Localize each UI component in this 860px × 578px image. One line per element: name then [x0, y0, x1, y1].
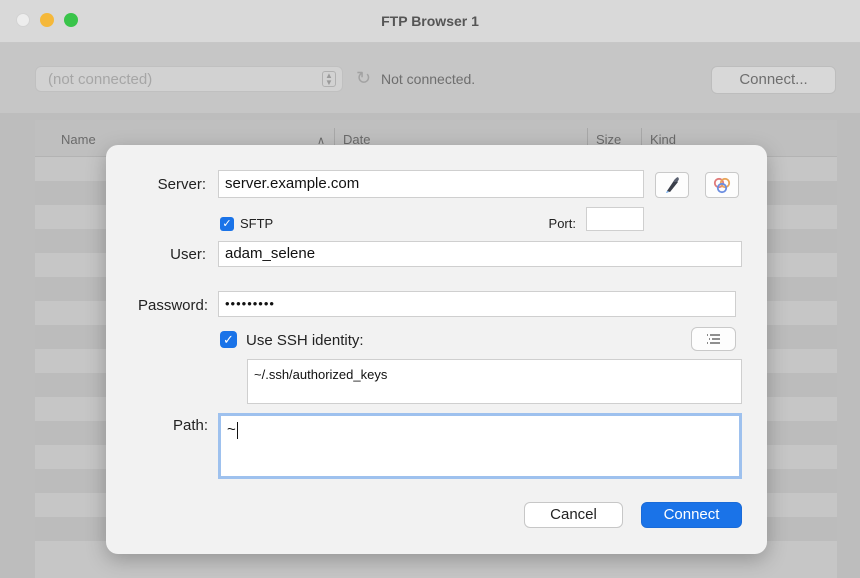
- connect-button[interactable]: Connect: [641, 502, 742, 528]
- path-field[interactable]: ~: [218, 413, 742, 479]
- column-header-name[interactable]: Name: [61, 132, 96, 147]
- ssh-identity-label: Use SSH identity:: [246, 332, 364, 349]
- server-field[interactable]: server.example.com: [218, 170, 644, 198]
- port-label: Port:: [548, 216, 576, 231]
- password-label: Password:: [137, 297, 208, 314]
- title-bar: FTP Browser 1: [0, 0, 860, 43]
- password-field[interactable]: •••••••••: [218, 291, 736, 317]
- list-icon: [707, 334, 720, 344]
- server-label: Server:: [157, 176, 206, 193]
- refresh-icon[interactable]: ↻: [356, 68, 371, 89]
- text-caret: [236, 421, 238, 439]
- network-rings-icon: [713, 177, 731, 194]
- cancel-button[interactable]: Cancel: [524, 502, 623, 528]
- bookmarks-button[interactable]: [655, 172, 689, 198]
- connection-select-value: (not connected): [48, 71, 153, 88]
- shared-servers-button[interactable]: [705, 172, 739, 198]
- path-value: ~: [227, 421, 236, 438]
- window-title: FTP Browser 1: [381, 13, 479, 29]
- user-label: User:: [170, 246, 206, 263]
- ssh-identity-path-field[interactable]: ~/.ssh/authorized_keys: [247, 359, 742, 404]
- port-field[interactable]: [586, 207, 644, 231]
- sftp-label: SFTP: [240, 216, 274, 231]
- connect-dialog: Server: server.example.com ✓ SFTP Port: …: [106, 145, 767, 554]
- user-field[interactable]: adam_selene: [218, 241, 742, 267]
- updown-chevron-icon: ▲ ▼: [322, 71, 336, 87]
- ssh-identity-menu-button[interactable]: [691, 327, 736, 351]
- toolbar: (not connected) ▲ ▼ ↻ Not connected. Conn…: [0, 43, 860, 113]
- path-label: Path:: [172, 417, 208, 434]
- ftp-browser-window: FTP Browser 1 (not connected) ▲ ▼ ↻ Not c…: [0, 0, 860, 578]
- connection-status-text: Not connected.: [381, 71, 476, 87]
- toolbar-connect-button[interactable]: Connect...: [711, 66, 836, 94]
- connection-select[interactable]: (not connected) ▲ ▼: [35, 66, 343, 92]
- sftp-checkbox[interactable]: ✓: [220, 217, 234, 231]
- ssh-identity-checkbox[interactable]: ✓: [220, 331, 237, 348]
- bookmark-pen-icon: [666, 177, 679, 193]
